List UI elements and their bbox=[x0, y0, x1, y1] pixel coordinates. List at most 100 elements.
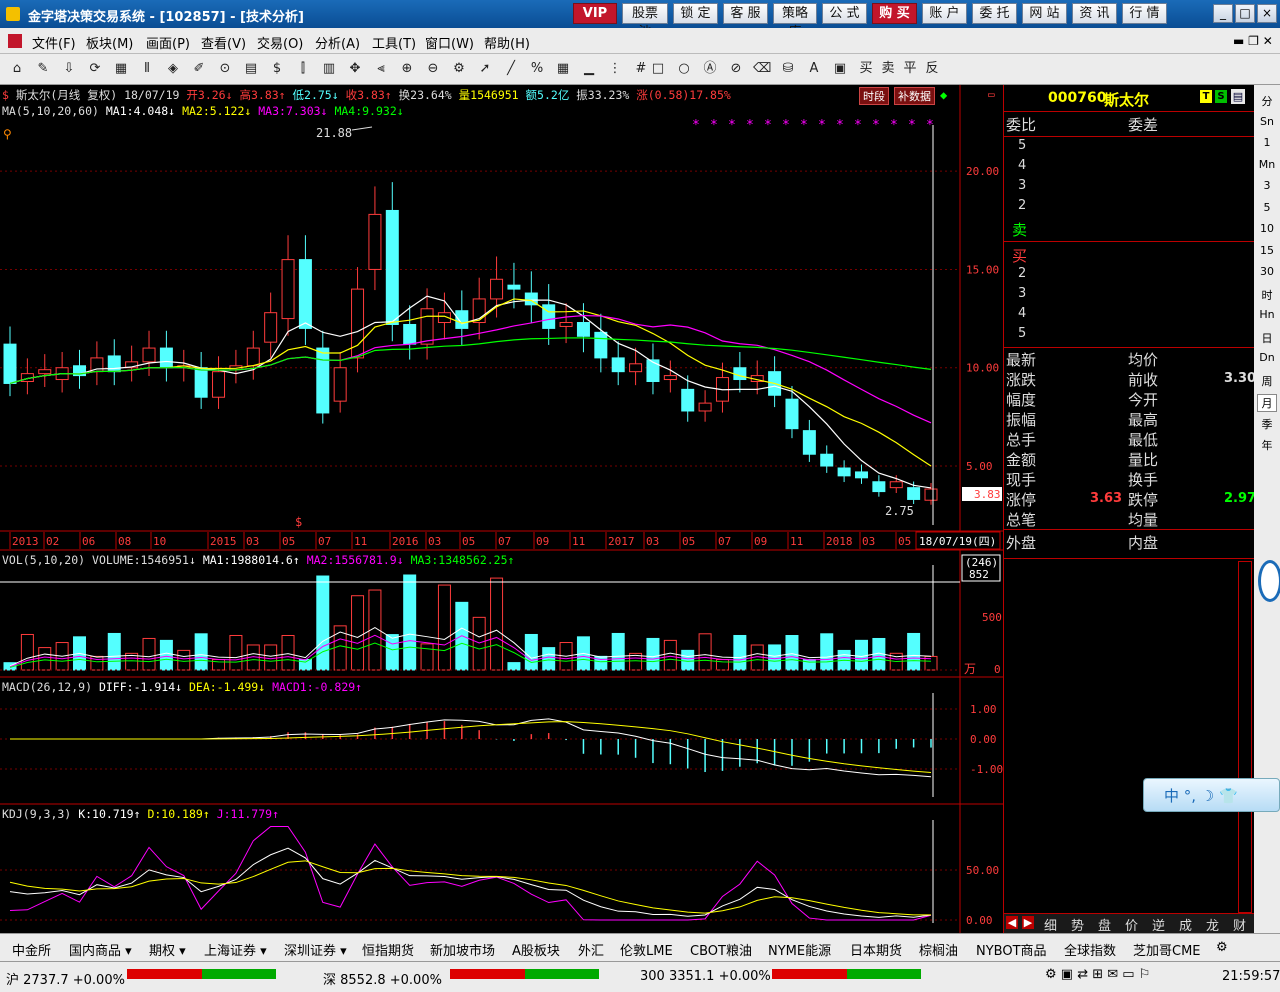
period-4[interactable]: 3 bbox=[1257, 179, 1277, 192]
market-tab-14[interactable]: NYBOT商品 bbox=[976, 940, 1047, 959]
buy-icon[interactable]: 买 bbox=[857, 60, 875, 78]
font-color-icon[interactable]: A bbox=[805, 60, 823, 78]
zoom-in-icon[interactable]: ⊕ bbox=[398, 60, 416, 78]
top-button-9[interactable]: 网 站 bbox=[1022, 3, 1067, 24]
download-icon[interactable]: ⇩ bbox=[60, 60, 78, 78]
period-1[interactable]: Sn bbox=[1257, 115, 1277, 128]
top-button-1[interactable]: 股票池 bbox=[622, 3, 668, 40]
baseline-icon[interactable]: ▁ bbox=[580, 60, 598, 78]
period-3[interactable]: Mn bbox=[1257, 158, 1277, 171]
diamond-icon[interactable]: ◈ bbox=[164, 60, 182, 78]
top-button-10[interactable]: 资 讯 bbox=[1072, 3, 1117, 24]
draw-icon[interactable]: ✎ bbox=[34, 60, 52, 78]
time-segment-button[interactable]: 时段 bbox=[859, 87, 889, 105]
menu-item-7[interactable]: 窗口(W) bbox=[425, 33, 474, 52]
market-tab-6[interactable]: 新加坡市场 bbox=[430, 940, 495, 959]
period-12[interactable]: Dn bbox=[1257, 351, 1277, 364]
save-icon[interactable]: ▣ bbox=[831, 60, 849, 78]
menu-item-8[interactable]: 帮助(H) bbox=[484, 33, 530, 52]
market-tab-7[interactable]: A股板块 bbox=[512, 940, 560, 959]
side-tab-0[interactable]: 细 bbox=[1044, 915, 1057, 934]
period-0[interactable]: 分 bbox=[1257, 93, 1277, 109]
sell-icon[interactable]: 卖 bbox=[879, 60, 897, 78]
refresh-icon[interactable]: ⟳ bbox=[86, 60, 104, 78]
market-tab-9[interactable]: 伦敦LME bbox=[620, 940, 673, 959]
market-tab-1[interactable]: 国内商品 ▾ bbox=[69, 940, 132, 959]
top-button-4[interactable]: 策略库 bbox=[773, 3, 817, 40]
maximize-button[interactable]: □ bbox=[1235, 4, 1255, 23]
dollar-icon[interactable]: $ bbox=[268, 60, 286, 78]
percent-icon[interactable]: % bbox=[528, 60, 546, 78]
market-tab-10[interactable]: CBOT粮油 bbox=[690, 940, 752, 959]
menu-item-6[interactable]: 工具(T) bbox=[372, 33, 416, 52]
grid-icon[interactable]: ▦ bbox=[112, 60, 130, 78]
market-tab-13[interactable]: 棕榈油 bbox=[919, 940, 958, 959]
market-tab-2[interactable]: 期权 ▾ bbox=[149, 940, 186, 959]
market-tab-8[interactable]: 外汇 bbox=[578, 940, 604, 959]
period-6[interactable]: 10 bbox=[1257, 222, 1277, 235]
side-tab-3[interactable]: 价 bbox=[1125, 915, 1138, 934]
move-icon[interactable]: ✥ bbox=[346, 60, 364, 78]
period-7[interactable]: 15 bbox=[1257, 244, 1277, 257]
market-tab-0[interactable]: 中金所 bbox=[12, 940, 51, 959]
side-tab-4[interactable]: 逆 bbox=[1152, 915, 1165, 934]
side-tab-prev-icon[interactable]: ◀ bbox=[1006, 916, 1018, 929]
hash-icon[interactable]: # bbox=[632, 60, 650, 78]
side-tab-next-icon[interactable]: ▶ bbox=[1022, 916, 1034, 929]
top-button-0[interactable]: VIP bbox=[573, 3, 617, 24]
close-button[interactable]: × bbox=[1257, 4, 1277, 23]
lock-icon[interactable]: ⛁ bbox=[779, 60, 797, 78]
play-icon[interactable]: ⊙ bbox=[216, 60, 234, 78]
market-tab-11[interactable]: NYME能源 bbox=[768, 940, 831, 959]
market-tab-16[interactable]: 芝加哥CME bbox=[1133, 940, 1201, 959]
zoom-out-icon[interactable]: ⊖ bbox=[424, 60, 442, 78]
ellipse-icon[interactable]: ○ bbox=[675, 60, 693, 78]
side-tab-2[interactable]: 盘 bbox=[1098, 915, 1111, 934]
menu-item-1[interactable]: 板块(M) bbox=[86, 33, 133, 52]
top-button-6[interactable]: 购 买 bbox=[872, 3, 917, 24]
top-button-7[interactable]: 账 户 bbox=[922, 3, 967, 24]
status-icons[interactable]: ⚙ ▣ ⇄ ⊞ ✉ ▭ ⚐ bbox=[1045, 967, 1150, 982]
side-tab-7[interactable]: 财 bbox=[1233, 915, 1246, 934]
period-13[interactable]: 周 bbox=[1257, 373, 1277, 389]
bar-icon[interactable]: ⫷ bbox=[372, 60, 390, 78]
text-icon[interactable]: Ⓐ bbox=[701, 60, 719, 78]
trade-scrollbar[interactable] bbox=[1238, 561, 1252, 913]
pen-icon[interactable]: ✐ bbox=[190, 60, 208, 78]
side-tab-6[interactable]: 龙 bbox=[1206, 915, 1219, 934]
side-tab-5[interactable]: 成 bbox=[1179, 915, 1192, 934]
line-icon[interactable]: ╱ bbox=[502, 60, 520, 78]
fill-data-button[interactable]: 补数据 bbox=[894, 87, 935, 105]
table-icon[interactable]: ▥ bbox=[320, 60, 338, 78]
doc-icon[interactable]: ▤ bbox=[242, 60, 260, 78]
cursor-icon[interactable]: ➚ bbox=[476, 60, 494, 78]
period-2[interactable]: 1 bbox=[1257, 136, 1277, 149]
settings-icon[interactable]: ⚙ bbox=[450, 60, 468, 78]
market-settings-icon[interactable]: ⚙ bbox=[1216, 940, 1228, 955]
side-tab-1[interactable]: 势 bbox=[1071, 915, 1084, 934]
delete-icon[interactable]: ⊘ bbox=[727, 60, 745, 78]
panel-menu-icon[interactable]: ▤ bbox=[1231, 89, 1245, 104]
period-9[interactable]: 时 bbox=[1257, 287, 1277, 303]
close-pos-icon[interactable]: 平 bbox=[901, 60, 919, 78]
candle-icon[interactable]: ⫴ bbox=[138, 60, 156, 78]
period-8[interactable]: 30 bbox=[1257, 265, 1277, 278]
period-5[interactable]: 5 bbox=[1257, 201, 1277, 214]
market-tab-3[interactable]: 上海证券 ▾ bbox=[204, 940, 267, 959]
cols-icon[interactable]: ▦ bbox=[554, 60, 572, 78]
menu-item-5[interactable]: 分析(A) bbox=[315, 33, 360, 52]
market-tab-5[interactable]: 恒指期货 bbox=[362, 940, 414, 959]
home-icon[interactable]: ⌂ bbox=[8, 60, 26, 78]
period-16[interactable]: 年 bbox=[1257, 437, 1277, 453]
float-ring-icon[interactable] bbox=[1258, 560, 1280, 602]
period-11[interactable]: 日 bbox=[1257, 330, 1277, 346]
reverse-icon[interactable]: 反 bbox=[923, 60, 941, 78]
menu-item-3[interactable]: 查看(V) bbox=[201, 33, 246, 52]
top-button-3[interactable]: 客 服 bbox=[723, 3, 768, 24]
list-icon[interactable]: ⋮ bbox=[606, 60, 624, 78]
top-button-8[interactable]: 委 托 bbox=[972, 3, 1017, 24]
market-tab-15[interactable]: 全球指数 bbox=[1064, 940, 1116, 959]
top-button-2[interactable]: 锁 定 bbox=[673, 3, 718, 24]
menu-item-2[interactable]: 画面(P) bbox=[146, 33, 190, 52]
app-menu-icon[interactable] bbox=[8, 34, 22, 48]
